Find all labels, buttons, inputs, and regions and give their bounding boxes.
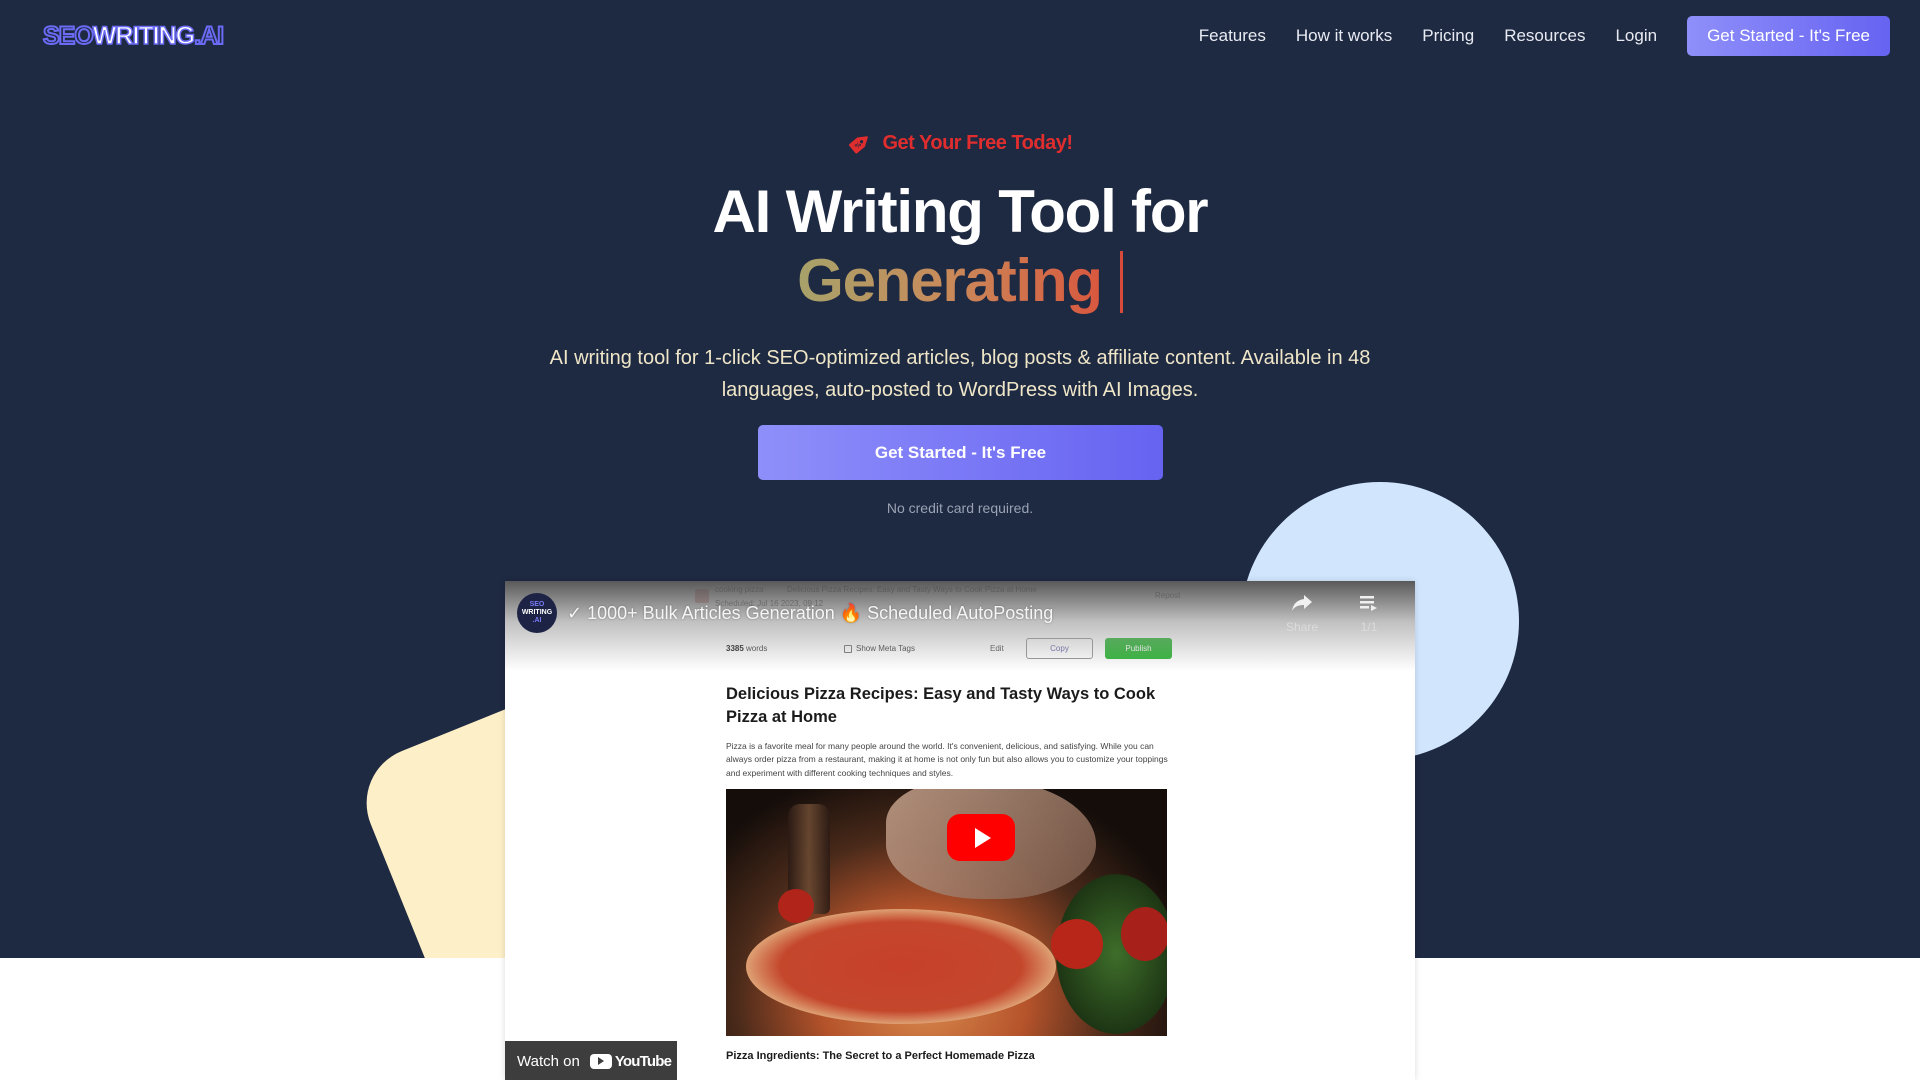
headline-line-1: AI Writing Tool for xyxy=(712,178,1209,245)
logo-part-writing: WRITING xyxy=(92,21,196,51)
share-button[interactable]: Share xyxy=(1277,593,1327,634)
top-nav: SEO WRITING .AI Features How it works Pric… xyxy=(0,0,1920,72)
tomato-shape xyxy=(1121,907,1167,961)
animated-word: Generating xyxy=(797,247,1103,314)
site-logo[interactable]: SEO WRITING .AI xyxy=(42,20,225,52)
hero-get-started-button[interactable]: Get Started - It's Free xyxy=(758,425,1163,480)
watch-on-label: Watch on xyxy=(517,1052,580,1070)
headline-line-2: Generating xyxy=(0,246,1920,316)
pizza-shape xyxy=(746,909,1056,1024)
logo-part-ai: .AI xyxy=(193,21,225,51)
nav-link-pricing[interactable]: Pricing xyxy=(1422,26,1474,46)
youtube-wordmark: YouTube xyxy=(614,1052,672,1070)
nav-link-resources[interactable]: Resources xyxy=(1504,26,1585,46)
nav-link-how-it-works[interactable]: How it works xyxy=(1296,26,1392,46)
watch-on-youtube-button[interactable]: Watch on YouTube xyxy=(505,1041,677,1080)
article-body: Pizza is a favorite meal for many people… xyxy=(726,741,1168,778)
nav-link-features[interactable]: Features xyxy=(1199,26,1266,46)
youtube-embed[interactable]: cooking pizza Delicious Pizza Recipes: E… xyxy=(505,581,1415,1080)
typing-caret xyxy=(1119,251,1123,313)
youtube-logo: YouTube xyxy=(589,1052,672,1070)
share-icon xyxy=(1292,595,1312,611)
avatar-line-1: SEO xyxy=(529,601,545,608)
article-section-heading: Pizza Ingredients: The Secret to a Perfe… xyxy=(726,1050,1035,1062)
no-credit-card-note: No credit card required. xyxy=(886,500,1034,516)
youtube-play-icon xyxy=(589,1053,612,1069)
nav-get-started-button[interactable]: Get Started - It's Free xyxy=(1687,16,1890,56)
nav-link-login[interactable]: Login xyxy=(1615,26,1657,46)
channel-avatar[interactable]: SEO WRITING .AI xyxy=(517,593,557,633)
play-button[interactable] xyxy=(947,814,1015,861)
avatar-line-3: .AI xyxy=(532,617,542,624)
playlist-icon xyxy=(1360,596,1377,611)
nav-links: Features How it works Pricing Resources … xyxy=(1199,16,1890,56)
tomato-shape xyxy=(1051,919,1103,969)
logo-part-seo: SEO xyxy=(42,21,95,51)
hero-subtitle: AI writing tool for 1-click SEO-optimize… xyxy=(549,347,1371,401)
article-title: Delicious Pizza Recipes: Easy and Tasty … xyxy=(726,685,1156,726)
avatar-line-2: WRITING xyxy=(521,609,553,616)
playlist-count: 1/1 xyxy=(1360,620,1378,634)
promo-banner: % Get Your Free Today! xyxy=(0,130,1920,156)
promo-text: Get Your Free Today! xyxy=(882,131,1073,154)
tomato-shape xyxy=(778,889,814,923)
share-label: Share xyxy=(1285,620,1319,634)
playlist-button[interactable]: 1/1 xyxy=(1349,593,1389,634)
price-tag-icon: % xyxy=(849,136,869,154)
play-icon xyxy=(975,827,991,848)
video-title[interactable]: ✓ 1000+ Bulk Articles Generation 🔥 Sched… xyxy=(567,603,1053,624)
